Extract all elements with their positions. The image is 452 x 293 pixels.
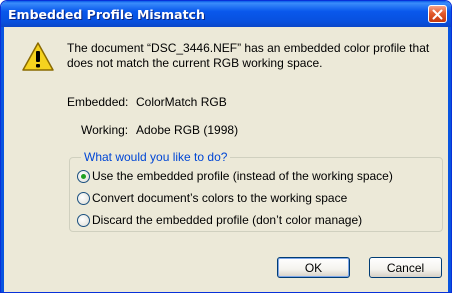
- close-button[interactable]: [428, 5, 447, 23]
- working-label: Working:: [81, 123, 129, 137]
- close-icon: [432, 9, 443, 19]
- embedded-label: Embedded:: [67, 95, 129, 109]
- embedded-profile-value: ColorMatch RGB: [136, 95, 227, 109]
- option-label: Convert document’s colors to the working…: [92, 191, 348, 205]
- radio-button[interactable]: [77, 169, 90, 183]
- window-frame-right: [448, 27, 451, 292]
- option-label: Discard the embedded profile (don’t colo…: [92, 213, 363, 227]
- options-group-title: What would you like to do?: [81, 150, 231, 164]
- option-discard-profile[interactable]: Discard the embedded profile (don’t colo…: [77, 213, 362, 227]
- window-frame-left: [1, 27, 4, 292]
- radio-button[interactable]: [77, 213, 90, 227]
- dialog-title: Embedded Profile Mismatch: [8, 7, 205, 22]
- option-label: Use the embedded profile (instead of the…: [92, 169, 393, 183]
- radio-button[interactable]: [77, 191, 90, 205]
- working-space-value: Adobe RGB (1998): [136, 123, 239, 137]
- option-convert-colors[interactable]: Convert document’s colors to the working…: [77, 191, 347, 205]
- cancel-button[interactable]: Cancel: [369, 257, 442, 278]
- dialog-window: Embedded Profile Mismatch The document “…: [0, 0, 452, 293]
- ok-button[interactable]: OK: [277, 257, 350, 278]
- dialog-message: The document “DSC_3446.NEF” has an embed…: [67, 41, 430, 70]
- title-bar[interactable]: Embedded Profile Mismatch: [1, 1, 451, 27]
- warning-icon: [22, 42, 54, 71]
- option-use-embedded[interactable]: Use the embedded profile (instead of the…: [77, 169, 393, 183]
